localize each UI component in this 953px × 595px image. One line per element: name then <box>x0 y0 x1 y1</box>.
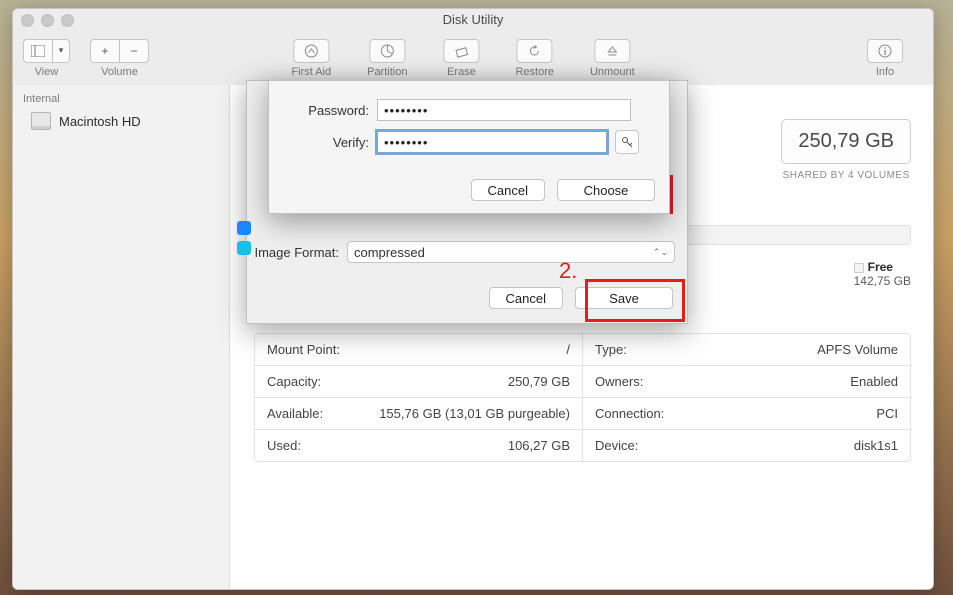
detail-value: 250,79 GB <box>508 374 570 389</box>
sidebar-item-macintosh-hd[interactable]: Macintosh HD <box>13 109 229 133</box>
detail-value: 155,76 GB (13,01 GB purgeable) <box>379 406 570 421</box>
detail-value: PCI <box>876 406 898 421</box>
cancel-button[interactable]: Cancel <box>471 179 545 201</box>
restore-button[interactable] <box>517 39 553 63</box>
sidebar: Internal Macintosh HD <box>13 85 230 589</box>
partition-button[interactable] <box>369 39 405 63</box>
view-label: View <box>35 66 59 78</box>
password-dialog-sheet: Password: Verify: Cancel Choose <box>268 80 670 214</box>
detail-key: Capacity: <box>267 374 321 389</box>
detail-key: Connection: <box>595 406 664 421</box>
sidebar-item-label: Macintosh HD <box>59 114 141 129</box>
detail-value: Enabled <box>850 374 898 389</box>
erase-button[interactable] <box>443 39 479 63</box>
image-format-popup[interactable]: compressed ⌃⌄ <box>347 241 675 263</box>
detail-value: APFS Volume <box>817 342 898 357</box>
minus-icon: − <box>130 44 137 58</box>
table-row: Mount Point: / Type: APFS Volume <box>255 334 910 366</box>
toolbar: ▾ View + − Volume First Aid <box>13 31 933 86</box>
password-label: Password: <box>269 103 369 118</box>
restore-label: Restore <box>515 66 554 78</box>
first-aid-button[interactable] <box>293 39 329 63</box>
table-row: Capacity: 250,79 GB Owners: Enabled <box>255 366 910 398</box>
key-icon <box>621 136 633 148</box>
free-swatch <box>854 263 864 273</box>
detail-key: Mount Point: <box>267 342 340 357</box>
sidebar-section-internal: Internal <box>13 91 229 109</box>
capacity-display: 250,79 GB <box>781 119 911 164</box>
window-titlebar: Disk Utility <box>13 9 933 31</box>
add-volume-button[interactable]: + <box>90 39 120 63</box>
unmount-button[interactable] <box>594 39 630 63</box>
chevron-down-icon: ▾ <box>59 45 64 56</box>
view-mode-button[interactable] <box>23 39 53 63</box>
detail-key: Used: <box>267 438 301 453</box>
volume-icon <box>31 112 51 130</box>
password-input[interactable] <box>377 99 631 121</box>
save-button[interactable]: Save <box>575 287 673 309</box>
details-table: Mount Point: / Type: APFS Volume Capacity:… <box>254 333 911 462</box>
free-value: 142,75 GB <box>854 274 911 288</box>
first-aid-label: First Aid <box>291 66 331 78</box>
free-legend: Free 142,75 GB <box>854 259 911 288</box>
info-label: Info <box>876 66 894 78</box>
remove-volume-button[interactable]: − <box>120 39 149 63</box>
detail-key: Type: <box>595 342 627 357</box>
table-row: Available: 155,76 GB (13,01 GB purgeable)… <box>255 398 910 430</box>
password-assistant-button[interactable] <box>615 130 639 154</box>
window-title: Disk Utility <box>443 12 504 27</box>
detail-key: Device: <box>595 438 638 453</box>
chevron-updown-icon: ⌃⌄ <box>653 247 668 258</box>
table-row: Used: 106,27 GB Device: disk1s1 <box>255 430 910 461</box>
view-dropdown-button[interactable]: ▾ <box>53 39 70 63</box>
detail-value: / <box>566 342 570 357</box>
restore-icon <box>528 44 542 58</box>
erase-label: Erase <box>447 66 476 78</box>
unmount-icon <box>605 44 619 58</box>
plus-icon: + <box>101 44 108 58</box>
info-icon <box>878 44 892 58</box>
unmount-label: Unmount <box>590 66 635 78</box>
zoom-window-button[interactable] <box>61 14 74 27</box>
detail-value: disk1s1 <box>854 438 898 453</box>
partition-label: Partition <box>367 66 407 78</box>
color-tag-blue[interactable] <box>237 221 251 235</box>
erase-icon <box>454 44 468 58</box>
sidebar-icon <box>31 45 45 57</box>
shared-by-label: SHARED BY 4 VOLUMES <box>781 170 911 181</box>
verify-label: Verify: <box>269 135 369 150</box>
detail-value: 106,27 GB <box>508 438 570 453</box>
minimize-window-button[interactable] <box>41 14 54 27</box>
partition-icon <box>380 44 394 58</box>
volume-label: Volume <box>101 66 138 78</box>
image-format-label: Image Format: <box>247 245 339 260</box>
detail-key: Available: <box>267 406 323 421</box>
first-aid-icon <box>304 44 318 58</box>
cancel-button[interactable]: Cancel <box>489 287 563 309</box>
traffic-lights <box>21 14 74 27</box>
choose-button[interactable]: Choose <box>557 179 655 201</box>
free-label: Free <box>868 260 893 274</box>
info-button[interactable] <box>867 39 903 63</box>
detail-key: Owners: <box>595 374 643 389</box>
verify-input[interactable] <box>377 131 607 153</box>
image-format-value: compressed <box>354 245 425 260</box>
close-window-button[interactable] <box>21 14 34 27</box>
